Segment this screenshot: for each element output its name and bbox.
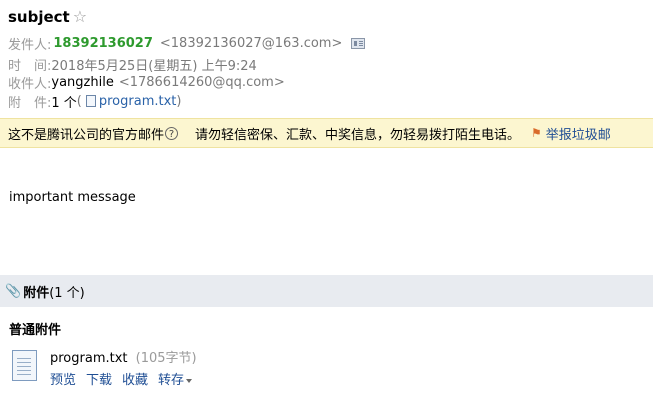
recipient-address: <1786614260@qq.com>	[118, 74, 285, 90]
time-row: 时 间: 2018年5月25日(星期五) 上午9:24	[8, 55, 257, 74]
favorite-button[interactable]: 收藏	[122, 369, 148, 388]
warning-tip: 请勿轻信密保、汇款、中奖信息，勿轻易拨打陌生电话。	[195, 127, 521, 143]
file-icon	[85, 95, 96, 107]
report-spam-icon[interactable]: ⚑	[531, 126, 542, 140]
save-to-label: 转存	[158, 373, 185, 388]
warning-bar: 这不是腾讯公司的官方邮件 ? 请勿轻信密保、汇款、中奖信息，勿轻易拨打陌生电话。…	[0, 118, 653, 148]
warning-text: 这不是腾讯公司的官方邮件	[8, 127, 165, 143]
to-label: 收件人:	[8, 76, 52, 92]
contact-card-icon[interactable]	[351, 37, 366, 49]
preview-button[interactable]: 预览	[50, 369, 76, 388]
attachment-section-title: 普通附件	[9, 323, 62, 338]
attachment-file-size: (105字节)	[135, 351, 197, 366]
attachment-link[interactable]: program.txt	[99, 94, 177, 109]
attachment-row: 附 件: 1 个 ( program.txt )	[8, 92, 182, 111]
recipient-name[interactable]: yangzhile	[51, 75, 113, 90]
paren-close: )	[176, 93, 182, 109]
sender-address: <18392136027@163.com>	[159, 35, 343, 51]
subject-row: subject ☆	[8, 7, 87, 27]
sender-name[interactable]: 18392136027	[53, 36, 153, 51]
from-row: 发件人: 18392136027 <18392136027@163.com>	[8, 34, 366, 53]
attachment-count: 1 个	[51, 95, 77, 111]
time-value: 2018年5月25日(星期五) 上午9:24	[51, 58, 257, 74]
attachment-actions: 预览 下载 收藏 转存	[50, 369, 202, 388]
question-icon[interactable]: ?	[165, 126, 179, 140]
star-icon[interactable]: ☆	[73, 9, 87, 25]
paperclip-icon: 📎	[5, 283, 22, 299]
from-label: 发件人:	[8, 37, 52, 53]
time-label: 时 间:	[8, 58, 52, 74]
attachment-header-count: (1 个)	[49, 285, 85, 301]
report-spam-link[interactable]: 举报垃圾邮	[546, 124, 611, 143]
mail-body: important message	[9, 190, 136, 205]
paren-open: (	[76, 93, 82, 109]
attachment-file-row: program.txt (105字节)	[50, 347, 197, 366]
attachment-header-label: 附件	[23, 285, 50, 301]
attachment-label: 附 件:	[8, 95, 52, 111]
chevron-down-icon	[186, 378, 193, 383]
attachment-header: 📎 附件 (1 个)	[0, 275, 653, 307]
save-to-dropdown[interactable]: 转存	[158, 369, 193, 388]
text-file-icon[interactable]	[12, 350, 37, 381]
mail-subject: subject	[8, 8, 70, 26]
to-row: 收件人: yangzhile <1786614260@qq.com>	[8, 73, 285, 92]
attachment-file-name[interactable]: program.txt	[50, 351, 128, 366]
download-button[interactable]: 下载	[86, 369, 112, 388]
